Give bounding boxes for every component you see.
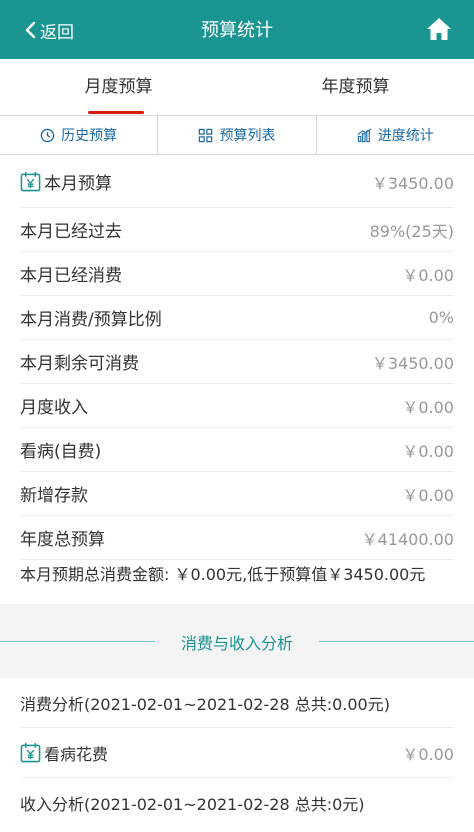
calendar-yen-icon: [20, 171, 41, 192]
list-item: 本月预算 ￥3450.00: [20, 156, 454, 208]
row-label: 看病花费: [44, 744, 109, 764]
toolbar: 历史预算 预算列表 进度统计: [0, 115, 474, 155]
row-label: 新增存款: [20, 486, 88, 506]
list-item: 本月消费/预算比例 0%: [20, 296, 454, 340]
divider-line-right: [319, 641, 474, 642]
history-budget-label: 历史预算: [61, 128, 118, 144]
medical-spend-row: 看病花费 ￥0.00: [20, 728, 454, 778]
row-value: ￥3450.00: [371, 173, 454, 193]
row-value: ￥0.00: [402, 485, 454, 505]
list-item: 月度收入 ￥0.00: [20, 384, 454, 428]
divider-line-left: [0, 641, 155, 642]
row-value: ￥0.00: [402, 265, 454, 285]
row-value: 89%(25天): [369, 221, 454, 241]
bar-chart-icon: [357, 128, 372, 142]
clock-icon: [40, 128, 55, 142]
section-title: 消费与收入分析: [180, 634, 293, 653]
row-label: 看病(自费): [20, 442, 102, 462]
row-value: ￥3450.00: [371, 353, 454, 373]
history-budget-button[interactable]: 历史预算: [0, 116, 159, 154]
spend-analysis-row[interactable]: 消费分析(2021-02-01~2021-02-28 总共:0.00元): [20, 678, 454, 728]
analysis-list: 消费分析(2021-02-01~2021-02-28 总共:0.00元) 看病花…: [0, 678, 474, 828]
tab-monthly-budget[interactable]: 月度预算: [0, 59, 237, 115]
app-header: 返回 预算统计: [0, 0, 474, 59]
row-label: 收入分析(2021-02-01~2021-02-28 总共:0元): [20, 795, 365, 814]
back-button[interactable]: 返回: [24, 16, 74, 44]
active-tab-indicator: [88, 111, 144, 114]
budget-tabs: 月度预算 年度预算: [0, 59, 474, 115]
budget-list-button[interactable]: 预算列表: [158, 116, 317, 154]
list-item: 本月已经过去 89%(25天): [20, 208, 454, 252]
row-label: 本月剩余可消费: [20, 354, 139, 374]
row-label: 本月已经过去: [20, 222, 122, 242]
budget-list-label: 预算列表: [219, 128, 276, 144]
row-label: 本月预算: [44, 174, 112, 194]
row-label: 年度总预算: [20, 530, 105, 550]
progress-stats-button[interactable]: 进度统计: [317, 116, 474, 154]
row-label: 月度收入: [20, 398, 88, 418]
income-analysis-row[interactable]: 收入分析(2021-02-01~2021-02-28 总共:0元): [20, 778, 454, 828]
home-icon[interactable]: [426, 16, 452, 42]
grid-icon: [199, 128, 213, 142]
section-divider: 消费与收入分析: [0, 604, 474, 678]
row-value: 0%: [428, 308, 454, 327]
list-item: 本月已经消费 ￥0.00: [20, 252, 454, 296]
tab-yearly-budget[interactable]: 年度预算: [237, 59, 474, 115]
row-value: ￥0.00: [402, 397, 454, 417]
back-label: 返回: [40, 22, 74, 43]
list-item: 新增存款 ￥0.00: [20, 472, 454, 516]
row-value: ￥0.00: [402, 744, 454, 764]
list-item: 本月剩余可消费 ￥3450.00: [20, 340, 454, 384]
chevron-left-icon: [25, 21, 36, 39]
budget-stats-list: 本月预算 ￥3450.00 本月已经过去 89%(25天) 本月已经消费 ￥0.…: [0, 156, 474, 560]
expected-spend-summary: 本月预期总消费金额: ￥0.00元,低于预算值￥3450.00元: [20, 565, 426, 584]
calendar-yen-icon: [20, 742, 41, 763]
row-label: 本月已经消费: [20, 266, 122, 286]
row-value: ￥41400.00: [361, 529, 454, 549]
list-item: 年度总预算 ￥41400.00: [20, 516, 454, 560]
list-item: 看病(自费) ￥0.00: [20, 428, 454, 472]
row-label: 消费分析(2021-02-01~2021-02-28 总共:0.00元): [20, 694, 390, 714]
row-value: ￥0.00: [402, 441, 454, 461]
progress-stats-label: 进度统计: [377, 128, 434, 144]
row-label: 本月消费/预算比例: [20, 310, 162, 330]
